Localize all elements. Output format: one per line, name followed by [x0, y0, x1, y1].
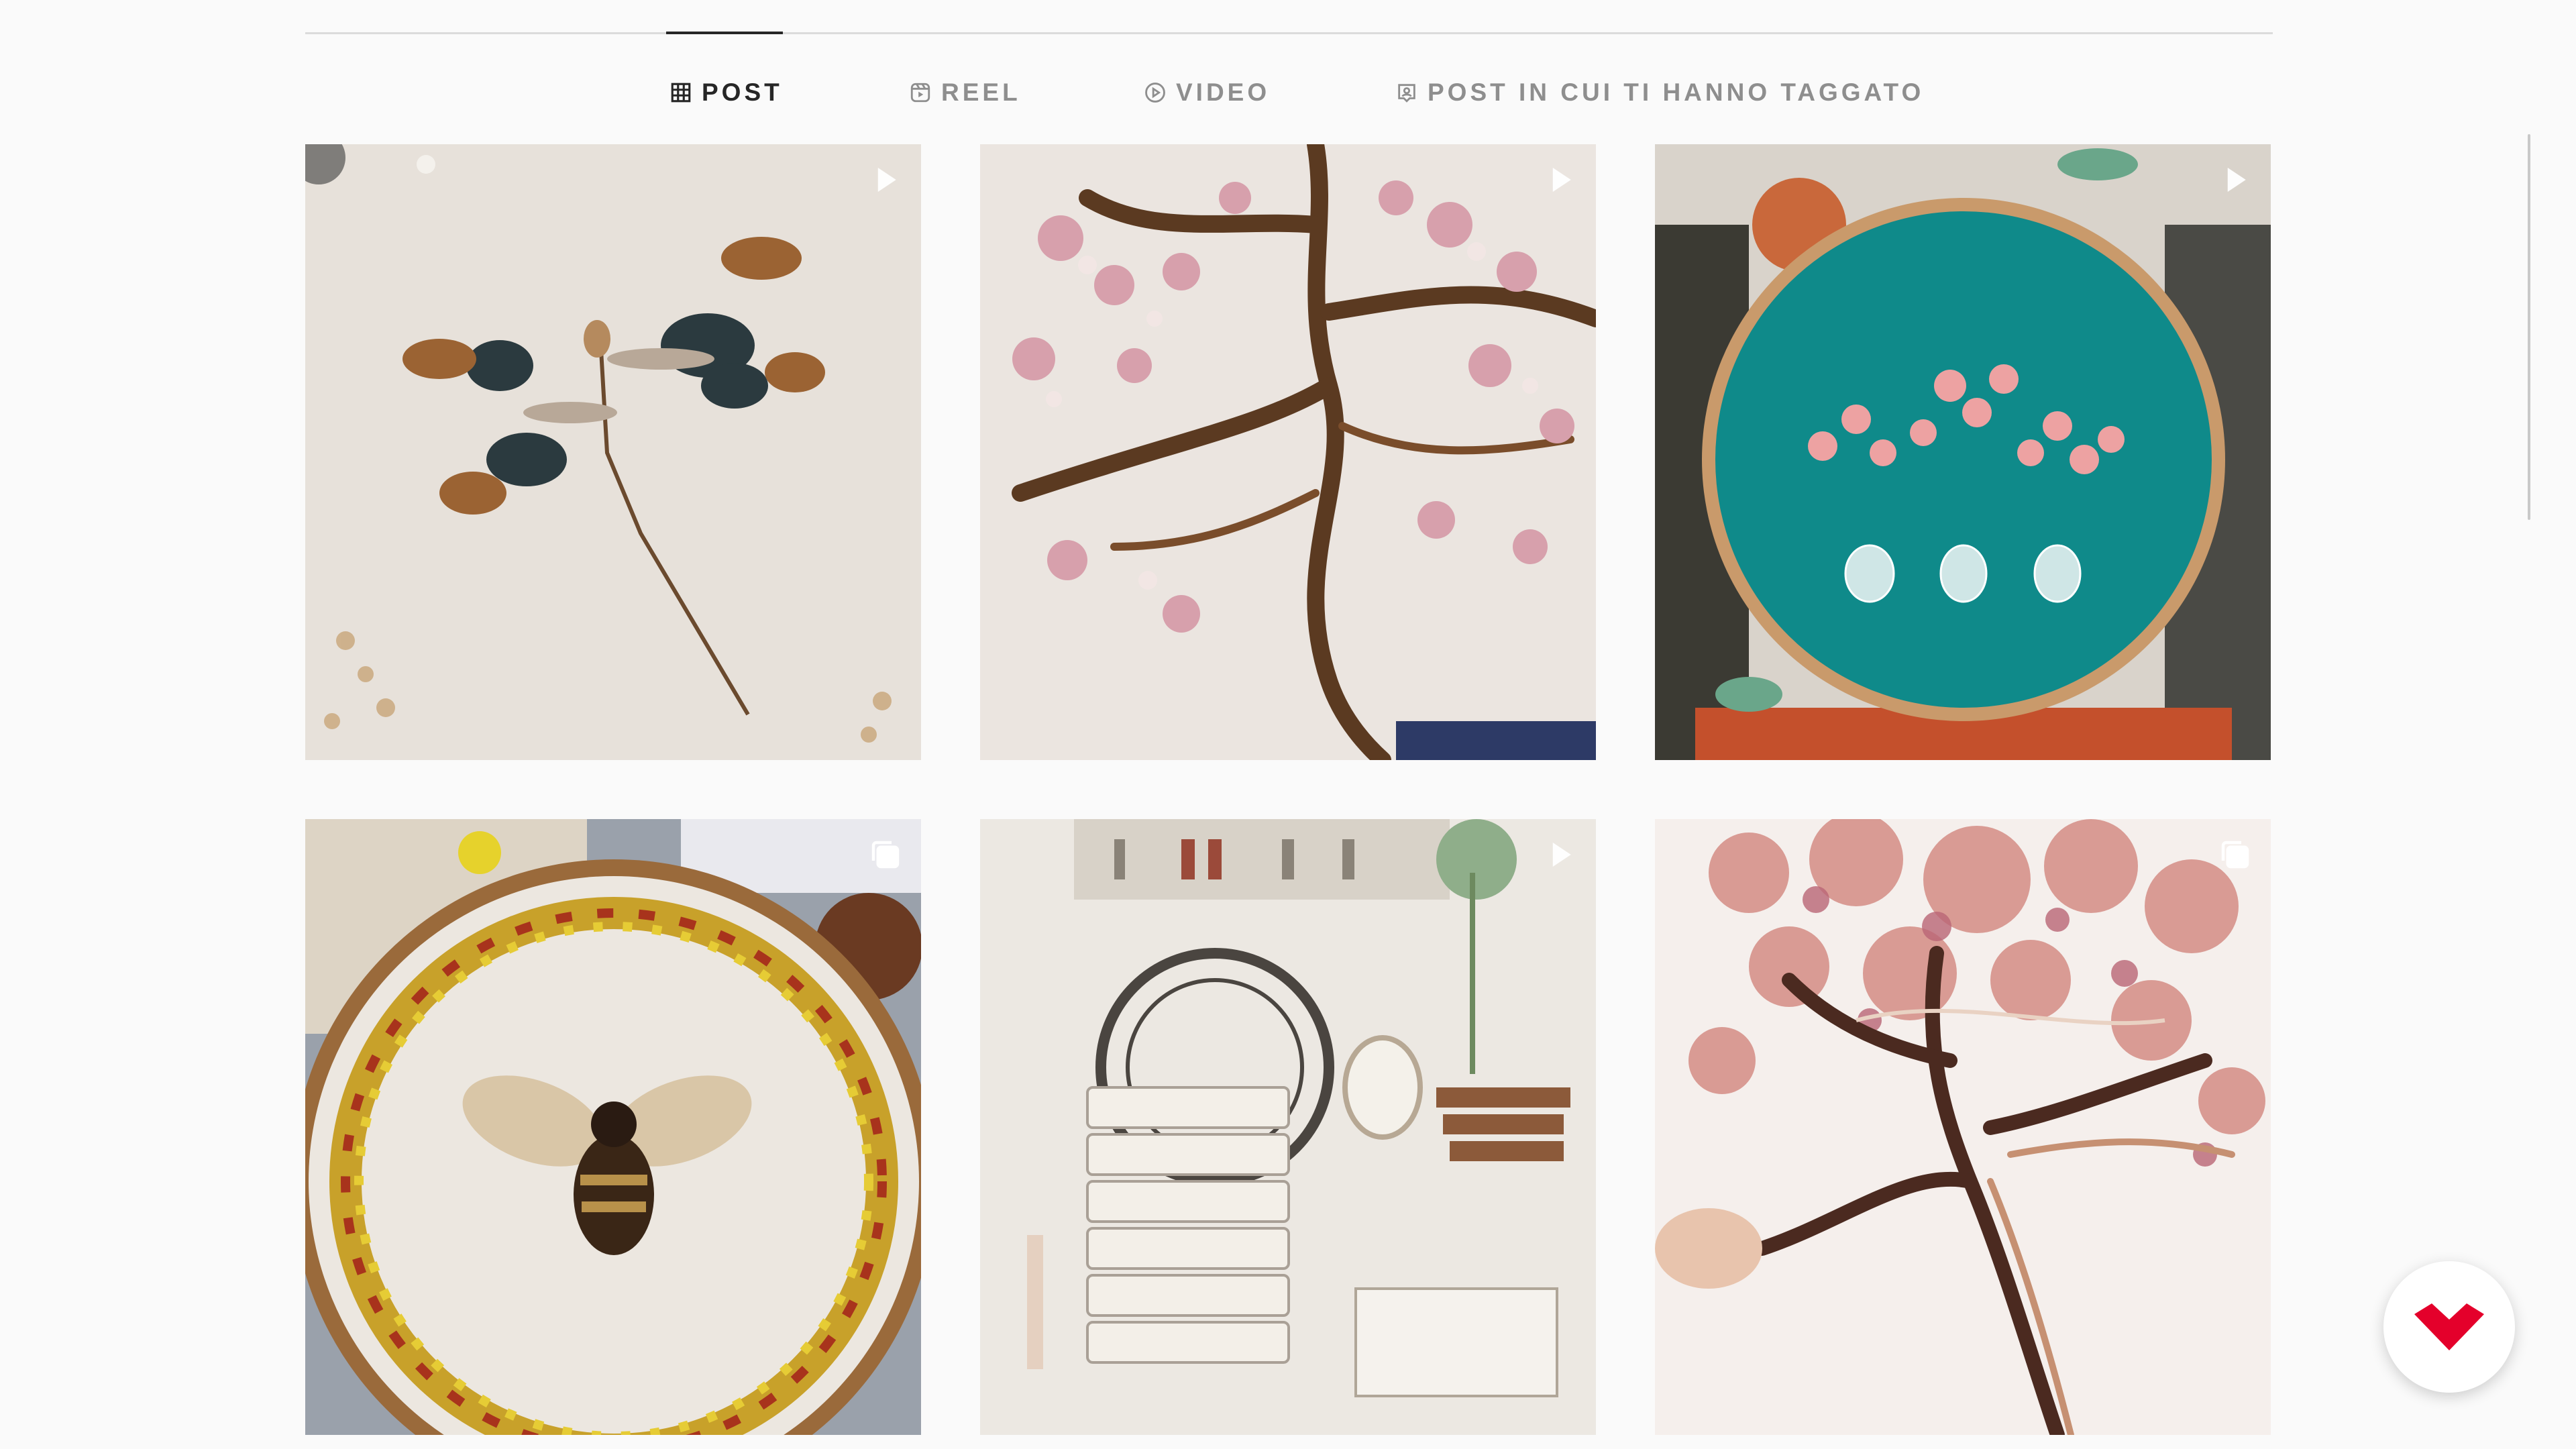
reel-play-icon — [1542, 837, 1578, 873]
tabs-top-divider — [305, 32, 2273, 34]
tab-post[interactable]: POST — [669, 74, 783, 111]
reel-play-icon — [1542, 162, 1578, 198]
post-tile-6[interactable] — [1655, 819, 2271, 1435]
post-image-craft-room — [980, 819, 1596, 1435]
post-tile-2[interactable] — [980, 144, 1596, 760]
tab-tagged-label: POST IN CUI TI HANNO TAGGATO — [1428, 78, 1925, 106]
profile-feed-page: POST REEL VIDEO POST IN CUI TI HANNO TAG… — [0, 0, 2576, 1449]
post-image-teal-hoop — [1655, 144, 2271, 760]
post-tile-5[interactable] — [980, 819, 1596, 1435]
red-v-logo-icon — [2414, 1303, 2484, 1350]
scrollbar[interactable] — [2528, 134, 2530, 520]
tab-post-label: POST — [702, 78, 783, 106]
carousel-icon — [2217, 837, 2253, 873]
post-image-bee-wreath — [305, 819, 921, 1435]
reel-icon — [909, 81, 932, 104]
post-image-pink-tree — [1655, 819, 2271, 1435]
tab-tagged[interactable]: POST IN CUI TI HANNO TAGGATO — [1395, 74, 1924, 111]
post-tile-1[interactable] — [305, 144, 921, 760]
post-image-cherry-tree — [980, 144, 1596, 760]
reel-play-icon — [867, 162, 904, 198]
tab-reel[interactable]: REEL — [909, 74, 1021, 111]
post-tile-3[interactable] — [1655, 144, 2271, 760]
active-tab-indicator — [666, 32, 783, 34]
carousel-icon — [867, 837, 904, 873]
tab-reel-label: REEL — [941, 78, 1021, 106]
tagged-user-icon — [1395, 81, 1418, 104]
tab-video-label: VIDEO — [1176, 78, 1271, 106]
tab-video[interactable]: VIDEO — [1144, 74, 1270, 111]
grid-icon — [669, 81, 692, 104]
floating-action-button[interactable] — [2383, 1261, 2515, 1393]
post-image-dragonfly — [305, 144, 921, 760]
play-circle-icon — [1144, 81, 1167, 104]
profile-tabs: POST REEL VIDEO POST IN CUI TI HANNO TAG… — [0, 74, 2576, 111]
post-tile-4[interactable] — [305, 819, 921, 1435]
reel-play-icon — [2217, 162, 2253, 198]
